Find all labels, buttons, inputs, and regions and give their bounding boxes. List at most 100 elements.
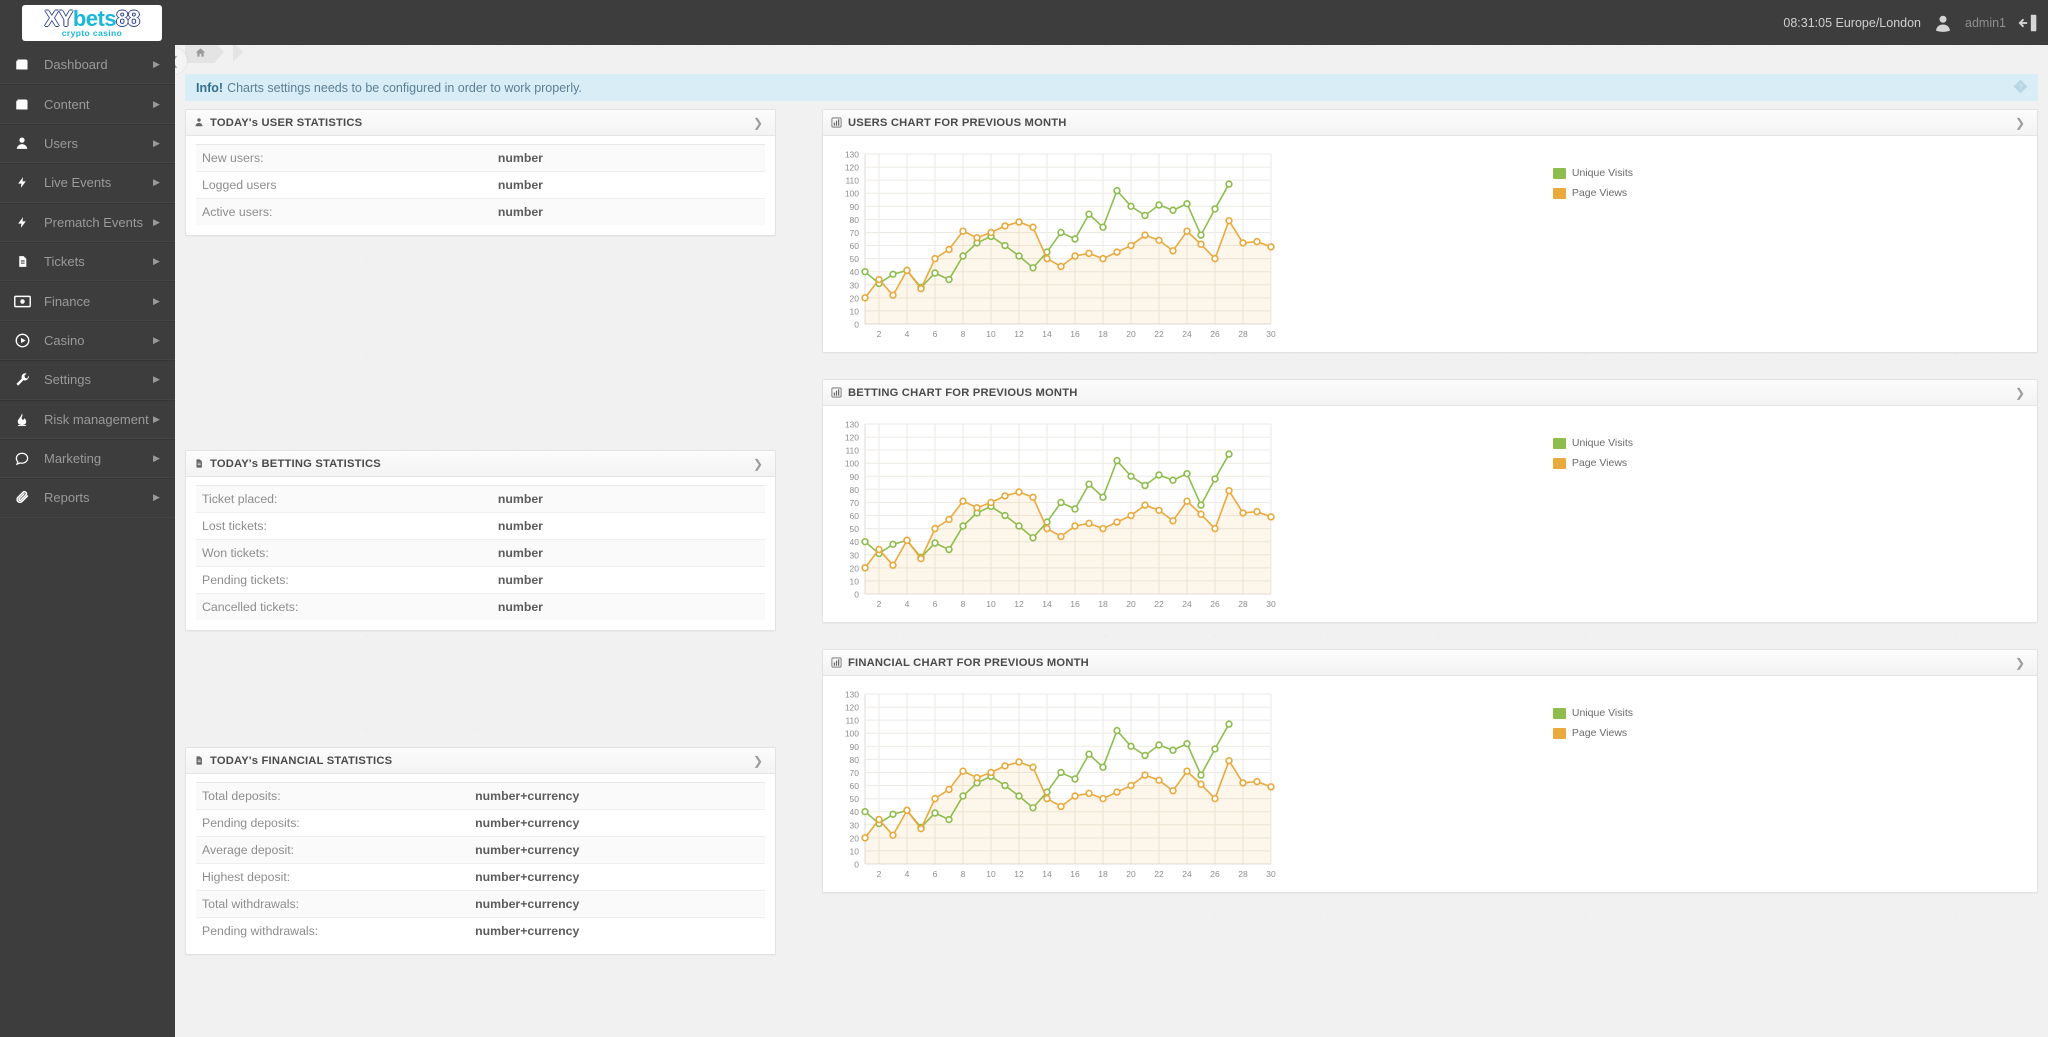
sidebar-item-label: Reports <box>44 490 90 506</box>
financial-stats-table: Total deposits: number+currency Pending … <box>196 782 765 944</box>
legend-item[interactable]: Page Views <box>1552 186 1633 201</box>
panel-collapse-icon[interactable]: ❯ <box>2011 116 2029 130</box>
svg-text:30: 30 <box>850 820 860 830</box>
book-icon <box>0 57 44 72</box>
sidebar-item-marketing[interactable]: Marketing ▶ <box>0 438 175 479</box>
svg-text:120: 120 <box>845 163 859 173</box>
file-icon <box>0 254 44 269</box>
chart-legend: Unique Visits Page Views <box>1552 166 1633 206</box>
legend-item[interactable]: Page Views <box>1552 456 1633 471</box>
panel-users-chart: USERS CHART FOR PREVIOUS MONTH ❯ 0 10 20 30… <box>822 109 2038 353</box>
svg-text:50: 50 <box>850 794 860 804</box>
avatar-icon[interactable] <box>1933 13 1953 33</box>
bar-chart-icon <box>831 117 842 128</box>
legend-item[interactable]: Unique Visits <box>1552 706 1633 721</box>
svg-text:12: 12 <box>1014 329 1024 339</box>
svg-text:30: 30 <box>1266 599 1276 609</box>
legend-label: Unique Visits <box>1571 167 1633 179</box>
panel-body: Ticket placed: number Lost tickets: numb… <box>186 477 775 630</box>
svg-text:40: 40 <box>850 807 860 817</box>
panel-collapse-icon[interactable]: ❯ <box>2011 656 2029 670</box>
row-value: number <box>497 151 543 165</box>
sidebar-item-settings[interactable]: Settings ▶ <box>0 360 175 400</box>
sidebar-item-finance[interactable]: Finance ▶ <box>0 281 175 321</box>
panel-header: TODAY's BETTING STATISTICS ❯ <box>186 451 775 477</box>
legend-item[interactable]: Page Views <box>1552 726 1633 741</box>
table-row: Cancelled tickets: number <box>196 593 765 620</box>
sidebar-item-risk-management[interactable]: Risk management ▶ <box>0 399 175 439</box>
page-container: ❮ Info! Charts settings needs to be conf… <box>161 38 2048 1037</box>
left-column-spacer <box>185 262 776 450</box>
sidebar-item-casino[interactable]: Casino ▶ <box>0 320 175 361</box>
svg-text:50: 50 <box>850 524 860 534</box>
sidebar-item-tickets[interactable]: Tickets ▶ <box>0 241 175 282</box>
row-value: number <box>497 573 543 587</box>
row-value: number+currency <box>475 897 580 911</box>
panel-body: 0 10 20 30 40 50 60 70 80 90 100 110 120 130 2 4 6 8 10 12 1… <box>823 676 2037 892</box>
chevron-right-icon: ▶ <box>153 374 160 385</box>
legend-item[interactable]: Unique Visits <box>1552 166 1633 181</box>
breadcrumb-separator-icon <box>233 42 244 63</box>
legend-label: Unique Visits <box>1571 437 1633 449</box>
legend-label: Page Views <box>1571 727 1628 739</box>
panel-title: USERS CHART FOR PREVIOUS MONTH <box>848 116 1067 129</box>
file-icon <box>194 458 204 469</box>
svg-text:90: 90 <box>850 202 860 212</box>
svg-text:12: 12 <box>1014 869 1024 879</box>
panel-betting-chart: BETTING CHART FOR PREVIOUS MONTH ❯ 0 10 20… <box>822 379 2038 623</box>
svg-text:?: ? <box>2019 84 2023 91</box>
svg-text:10: 10 <box>986 599 996 609</box>
row-value: number <box>497 178 543 192</box>
legend-item[interactable]: Unique Visits <box>1552 436 1633 451</box>
row-value: number <box>497 600 543 614</box>
svg-text:10: 10 <box>850 306 860 316</box>
table-row: Lost tickets: number <box>196 512 765 540</box>
sidebar-item-dashboard[interactable]: Dashboard ▶ <box>0 45 175 85</box>
user-icon <box>0 136 44 150</box>
sidebar-item-reports[interactable]: Reports ▶ <box>0 478 175 518</box>
svg-text:14: 14 <box>1042 329 1052 339</box>
chart-financial[interactable]: 0 10 20 30 40 50 60 70 80 90 100 110 120 130 2 4 6 8 10 12 1… <box>831 686 2029 886</box>
panel-collapse-icon[interactable]: ❯ <box>2011 386 2029 400</box>
panel-today-financial-statistics: TODAY's FINANCIAL STATISTICS ❯ Total dep… <box>185 747 776 955</box>
svg-text:16: 16 <box>1070 599 1080 609</box>
row-label: Cancelled tickets: <box>202 600 299 614</box>
sidebar-item-live-events[interactable]: Live Events ▶ <box>0 163 175 203</box>
svg-text:40: 40 <box>850 537 860 547</box>
panel-collapse-icon[interactable]: ❯ <box>749 457 767 471</box>
row-label: Total withdrawals: <box>202 897 300 911</box>
svg-text:26: 26 <box>1210 869 1220 879</box>
panel-title: TODAY's USER STATISTICS <box>210 116 363 129</box>
svg-text:30: 30 <box>850 550 860 560</box>
svg-text:14: 14 <box>1042 599 1052 609</box>
svg-text:4: 4 <box>905 329 910 339</box>
chart-betting[interactable]: 0 10 20 30 40 50 60 70 80 90 100 110 120 130 2 4 6 8 10 12 1… <box>831 416 2029 616</box>
paperclip-icon <box>0 490 44 505</box>
svg-text:110: 110 <box>845 716 859 726</box>
row-label: Pending withdrawals: <box>202 924 319 938</box>
sidebar-item-prematch-events[interactable]: Prematch Events ▶ <box>0 202 175 242</box>
chevron-right-icon: ▶ <box>153 453 160 464</box>
svg-text:22: 22 <box>1154 329 1164 339</box>
panel-collapse-icon[interactable]: ❯ <box>749 754 767 768</box>
app-logo[interactable]: XYbets88 crypto casino <box>22 5 162 41</box>
help-icon[interactable]: ? <box>2013 79 2028 97</box>
panel-today-user-statistics: TODAY's USER STATISTICS ❯ New users: num… <box>185 109 776 236</box>
chart-users[interactable]: 0 10 20 30 40 50 60 70 80 90 100 110 120 130 2 4 6 8 10 12 1… <box>831 146 2029 346</box>
sidebar-item-content[interactable]: Content ▶ <box>0 84 175 124</box>
logout-icon[interactable] <box>2018 12 2040 34</box>
svg-text:4: 4 <box>905 869 910 879</box>
sidebar-item-label: Tickets <box>44 254 85 270</box>
panel-collapse-icon[interactable]: ❯ <box>749 116 767 130</box>
chevron-right-icon: ▶ <box>153 334 160 345</box>
home-icon[interactable] <box>185 42 224 63</box>
chevron-right-icon: ▶ <box>153 492 160 503</box>
sidebar-item-users[interactable]: Users ▶ <box>0 123 175 164</box>
row-value: number+currency <box>475 789 580 803</box>
svg-text:18: 18 <box>1098 329 1108 339</box>
svg-text:130: 130 <box>845 420 859 430</box>
chevron-right-icon: ▶ <box>153 413 160 424</box>
panel-body: 0 10 20 30 40 50 60 70 80 90 100 110 120 130 2 4 6 8 10 12 1… <box>823 406 2037 622</box>
sidebar-item-label: Prematch Events <box>44 214 143 230</box>
user-name-label[interactable]: admin1 <box>1965 16 2006 30</box>
